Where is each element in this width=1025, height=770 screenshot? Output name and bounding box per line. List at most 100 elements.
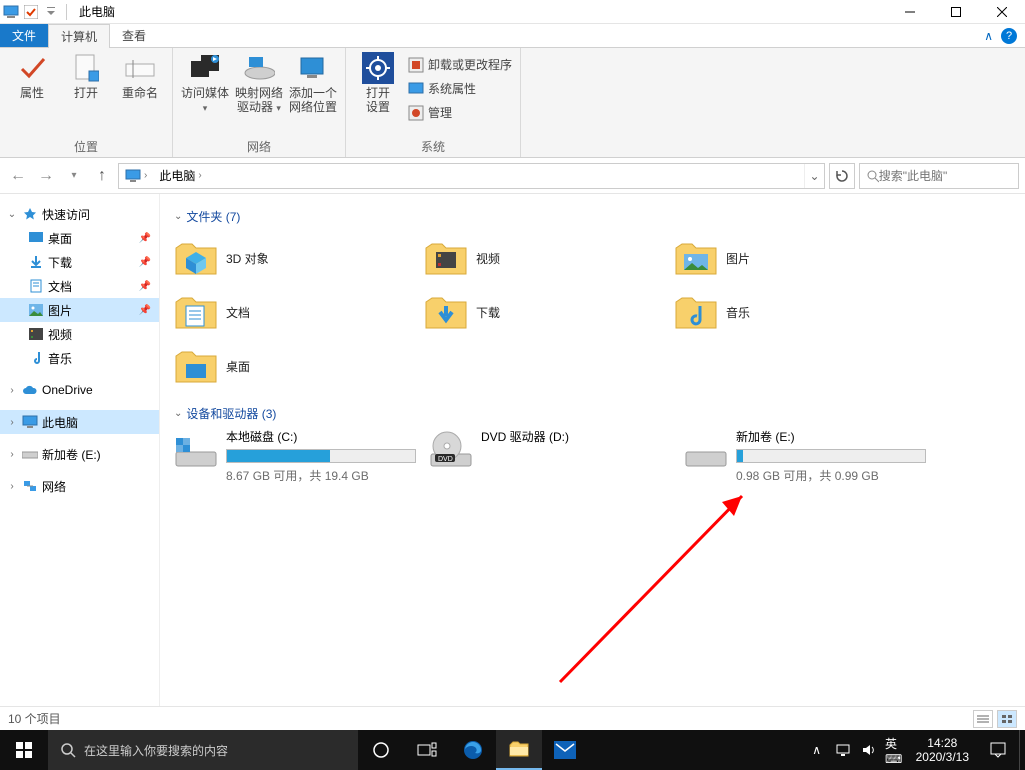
tray-notifications[interactable]: [977, 730, 1019, 770]
uninstall-icon: [408, 57, 424, 73]
folder-label: 图片: [726, 250, 750, 267]
minimize-button[interactable]: [887, 0, 933, 24]
rename-label: 重命名: [122, 86, 158, 100]
chevron-right-icon[interactable]: ›: [144, 170, 147, 181]
taskbar-search[interactable]: 在这里输入你要搜索的内容: [48, 730, 358, 770]
quick-access-toolbar: [0, 3, 60, 21]
qat-dropdown-icon[interactable]: [42, 3, 60, 21]
nav-desktop[interactable]: 桌面 📌: [0, 226, 159, 250]
nav-pane: ⌄ 快速访问 桌面 📌 下载 📌 文档 📌 图片 📌 视频: [0, 194, 160, 706]
taskbar-explorer[interactable]: [496, 730, 542, 770]
search-box[interactable]: [859, 163, 1019, 189]
drive-c-free: 8.67 GB 可用，共 19.4 GB: [226, 467, 429, 484]
access-media-label: 访问媒体: [181, 86, 229, 100]
tab-computer[interactable]: 计算机: [48, 24, 110, 48]
expand-icon[interactable]: ›: [6, 449, 18, 460]
dvd-icon: DVD: [429, 428, 473, 472]
tray-clock[interactable]: 14:28 2020/3/13: [908, 736, 977, 765]
taskbar-mail[interactable]: [542, 730, 588, 770]
manage-icon: [408, 105, 424, 121]
nav-back-button[interactable]: ←: [6, 164, 30, 188]
close-button[interactable]: [979, 0, 1025, 24]
open-button[interactable]: 打开: [62, 52, 110, 100]
nav-pictures-label: 图片: [48, 302, 72, 319]
group-folders-header[interactable]: ⌄ 文件夹 (7): [174, 208, 1011, 225]
address-root-icon[interactable]: ›: [119, 164, 153, 188]
collapse-icon[interactable]: ⌄: [6, 209, 18, 220]
folder-label: 3D 对象: [226, 250, 269, 267]
properties-button[interactable]: 属性: [8, 52, 56, 100]
nav-network[interactable]: › 网络: [0, 474, 159, 498]
pin-icon: 📌: [139, 233, 151, 244]
view-details-button[interactable]: [973, 710, 993, 728]
show-desktop-button[interactable]: [1019, 730, 1025, 770]
folder-videos[interactable]: 视频: [424, 231, 674, 285]
taskbar-cortana[interactable]: [358, 730, 404, 770]
address-bar[interactable]: › 此电脑 › ⌄: [118, 163, 825, 189]
nav-this-pc[interactable]: › 此电脑: [0, 410, 159, 434]
media-icon: [189, 52, 221, 84]
folder-icon: [674, 236, 718, 280]
checkbox-icon[interactable]: [22, 3, 40, 21]
expand-icon[interactable]: ›: [6, 417, 18, 428]
expand-icon[interactable]: ›: [6, 481, 18, 492]
drive-c-name: 本地磁盘 (C:): [226, 428, 429, 445]
nav-videos[interactable]: 视频: [0, 322, 159, 346]
group-drives-header[interactable]: ⌄ 设备和驱动器 (3): [174, 405, 1011, 422]
folder-documents[interactable]: 文档: [174, 285, 424, 339]
breadcrumb[interactable]: 此电脑 ›: [153, 164, 207, 188]
taskbar-edge[interactable]: [450, 730, 496, 770]
view-large-icons-button[interactable]: [997, 710, 1017, 728]
search-input[interactable]: [879, 169, 1012, 183]
refresh-button[interactable]: [829, 163, 855, 189]
folder-music[interactable]: 音乐: [674, 285, 924, 339]
drive-dvd[interactable]: DVD DVD 驱动器 (D:): [429, 428, 684, 484]
nav-documents[interactable]: 文档 📌: [0, 274, 159, 298]
manage-button[interactable]: 管理: [408, 102, 512, 124]
chevron-right-icon[interactable]: ›: [198, 170, 201, 181]
open-icon: [70, 52, 102, 84]
tab-view[interactable]: 查看: [110, 24, 158, 47]
tray-volume-icon[interactable]: [856, 730, 882, 770]
maximize-button[interactable]: [933, 0, 979, 24]
expand-icon[interactable]: ›: [6, 385, 18, 396]
system-properties-button[interactable]: 系统属性: [408, 78, 512, 100]
taskbar-task-view[interactable]: [404, 730, 450, 770]
add-netloc-button[interactable]: 添加一个 网络位置: [289, 52, 337, 115]
access-media-button[interactable]: 访问媒体 ▾: [181, 52, 229, 115]
tray-ime[interactable]: 英 ⌨: [882, 730, 908, 770]
drive-e[interactable]: 新加卷 (E:) 0.98 GB 可用，共 0.99 GB: [684, 428, 939, 484]
map-drive-button[interactable]: 映射网络 驱动器 ▾: [235, 52, 283, 115]
nav-recent-dropdown[interactable]: ▾: [62, 164, 86, 188]
nav-music[interactable]: 音乐: [0, 346, 159, 370]
nav-desktop-label: 桌面: [48, 230, 72, 247]
nav-forward-button[interactable]: →: [34, 164, 58, 188]
folder-3d-objects[interactable]: 3D 对象: [174, 231, 424, 285]
open-settings-button[interactable]: 打开 设置: [354, 52, 402, 115]
tray-network-icon[interactable]: [830, 730, 856, 770]
dropdown-icon: ▾: [203, 103, 208, 113]
nav-quick-access[interactable]: ⌄ 快速访问: [0, 202, 159, 226]
tray-overflow[interactable]: ∧: [804, 730, 830, 770]
folder-downloads[interactable]: 下载: [424, 285, 674, 339]
drive-c[interactable]: 本地磁盘 (C:) 8.67 GB 可用，共 19.4 GB: [174, 428, 429, 484]
folder-desktop[interactable]: 桌面: [174, 339, 424, 393]
help-icon[interactable]: ?: [1001, 28, 1017, 44]
manage-label: 管理: [428, 106, 452, 120]
uninstall-button[interactable]: 卸载或更改程序: [408, 54, 512, 76]
status-bar: 10 个项目: [0, 706, 1025, 730]
group-system-label: 系统: [354, 136, 512, 155]
taskbar-search-placeholder: 在这里输入你要搜索的内容: [84, 742, 228, 759]
folder-icon: [424, 236, 468, 280]
start-button[interactable]: [0, 730, 48, 770]
nav-downloads[interactable]: 下载 📌: [0, 250, 159, 274]
tab-file[interactable]: 文件: [0, 24, 48, 47]
nav-pictures[interactable]: 图片 📌: [0, 298, 159, 322]
folder-pictures[interactable]: 图片: [674, 231, 924, 285]
ribbon-collapse-icon[interactable]: ∧: [984, 29, 993, 43]
nav-onedrive[interactable]: › OneDrive: [0, 378, 159, 402]
address-dropdown-button[interactable]: ⌄: [804, 164, 824, 188]
rename-button[interactable]: 重命名: [116, 52, 164, 100]
nav-new-volume[interactable]: › 新加卷 (E:): [0, 442, 159, 466]
nav-up-button[interactable]: ↑: [90, 164, 114, 188]
